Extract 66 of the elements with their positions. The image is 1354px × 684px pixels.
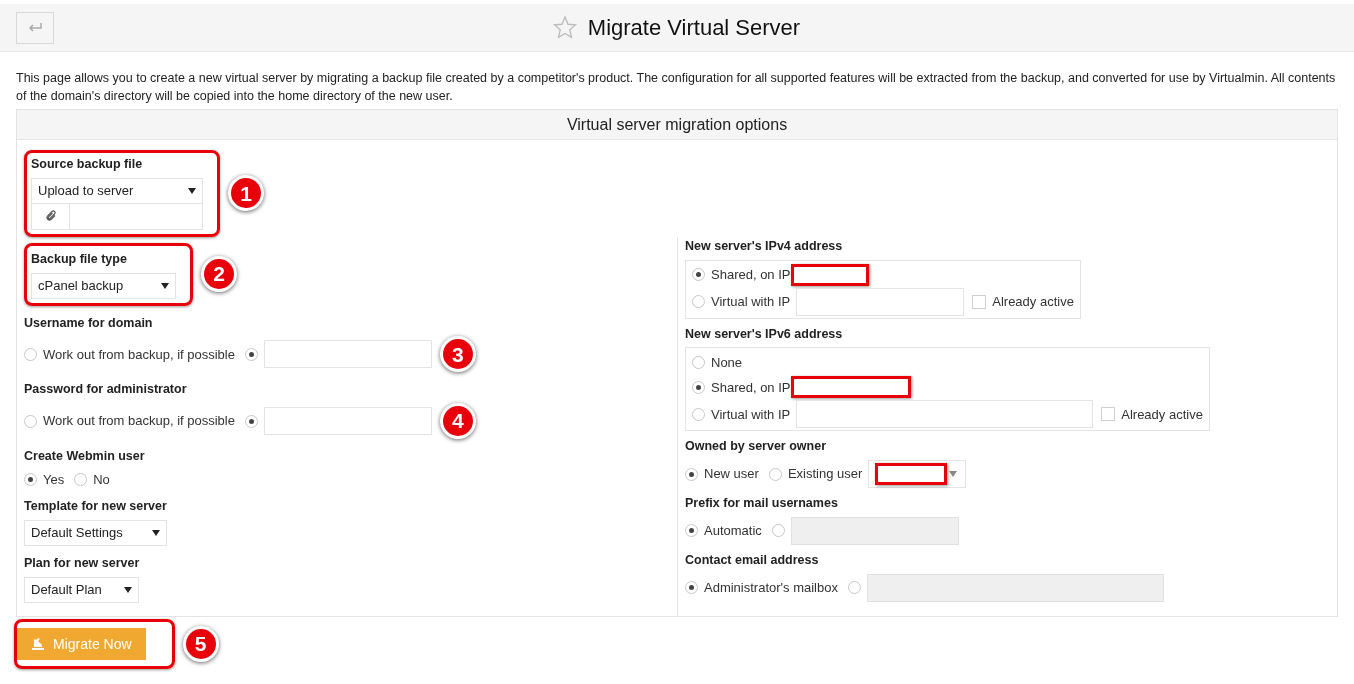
- radio-label: Work out from backup, if possible: [43, 412, 235, 431]
- radio-button[interactable]: [24, 347, 37, 361]
- file-field[interactable]: [31, 203, 203, 230]
- caret-icon: [124, 586, 133, 593]
- checkbox-label: Already active: [992, 292, 1074, 311]
- radio-label: None: [711, 353, 743, 372]
- radio-button[interactable]: [685, 467, 698, 481]
- field-label: Contact email address: [685, 551, 820, 569]
- radio-label: Shared, on IP: [711, 265, 791, 284]
- radio-button[interactable]: [692, 268, 705, 281]
- radio-label: Administrator's mailbox: [704, 578, 838, 597]
- description-text: This page allows you to create a new virtual server by migrating a backup file created by a competitor's product. The configuration for all supported features will be extracted from the backup, and converted for use by Virtualmin. All contents of the domain's directory will be copied into the home directory of the new user.: [16, 70, 1337, 105]
- field-label: Source backup file: [31, 156, 144, 173]
- radio-label: Shared, on IP: [711, 378, 791, 397]
- field-label: New server's IPv4 address: [685, 237, 844, 255]
- field-label: Backup file type: [31, 250, 128, 268]
- radio-label: Yes: [43, 470, 65, 489]
- star-icon[interactable]: [551, 15, 578, 40]
- radio-button[interactable]: [685, 581, 698, 594]
- radio-button[interactable]: [74, 473, 88, 486]
- radio-button[interactable]: [692, 407, 705, 421]
- dropdown[interactable]: Upload to server: [31, 177, 203, 204]
- paperclip-icon: [44, 210, 57, 223]
- checkbox[interactable]: [972, 294, 987, 309]
- radio-button[interactable]: [244, 414, 258, 428]
- radio-label: New user: [704, 465, 759, 484]
- field-label: New server's IPv6 address: [685, 325, 844, 343]
- radio-label: Virtual with IP: [711, 405, 791, 424]
- back-button[interactable]: [16, 11, 54, 44]
- dropdown[interactable]: cPanel backup: [31, 272, 176, 299]
- dropdown[interactable]: [868, 460, 967, 488]
- radio-label: Automatic: [704, 522, 762, 540]
- field-label: Owned by server owner: [685, 438, 828, 456]
- return-arrow-icon: [27, 21, 43, 34]
- caret-icon: [188, 187, 196, 194]
- field-label: Create Webmin user: [24, 448, 146, 465]
- radio-button[interactable]: [692, 295, 705, 308]
- panel-title: Virtual server migration options: [17, 110, 1337, 140]
- radio-label: Work out from backup, if possible: [43, 345, 235, 364]
- radio-label: No: [93, 470, 110, 489]
- radio-button[interactable]: [692, 355, 705, 369]
- radio-button[interactable]: [768, 467, 782, 481]
- field-label: Prefix for mail usernames: [685, 495, 839, 512]
- radio-button[interactable]: [692, 380, 705, 394]
- checkbox-label: Already active: [1121, 405, 1203, 424]
- field-label: Username for domain: [24, 314, 154, 332]
- radio-button[interactable]: [24, 414, 37, 428]
- radio-label: Virtual with IP: [711, 292, 791, 311]
- field-label: Plan for new server: [24, 555, 140, 572]
- radio-button[interactable]: [244, 347, 258, 361]
- text-field[interactable]: [263, 407, 432, 435]
- text-field[interactable]: [796, 287, 965, 316]
- radio-label: Existing user: [787, 465, 863, 484]
- text-field[interactable]: [796, 400, 1094, 429]
- checkbox[interactable]: [1101, 407, 1116, 422]
- page-title: Migrate Virtual Server: [587, 14, 801, 42]
- field-label: Template for new server: [24, 498, 167, 516]
- caret-icon: [161, 282, 169, 289]
- radio-button[interactable]: [24, 473, 37, 486]
- caret-icon: [151, 530, 160, 536]
- text-field[interactable]: [263, 340, 432, 369]
- caret-icon: [949, 471, 958, 477]
- field-label: Password for administrator: [24, 381, 188, 399]
- dropdown[interactable]: Default Settings: [24, 520, 167, 546]
- dropdown[interactable]: Default Plan: [24, 576, 140, 603]
- radio-button[interactable]: [685, 524, 698, 538]
